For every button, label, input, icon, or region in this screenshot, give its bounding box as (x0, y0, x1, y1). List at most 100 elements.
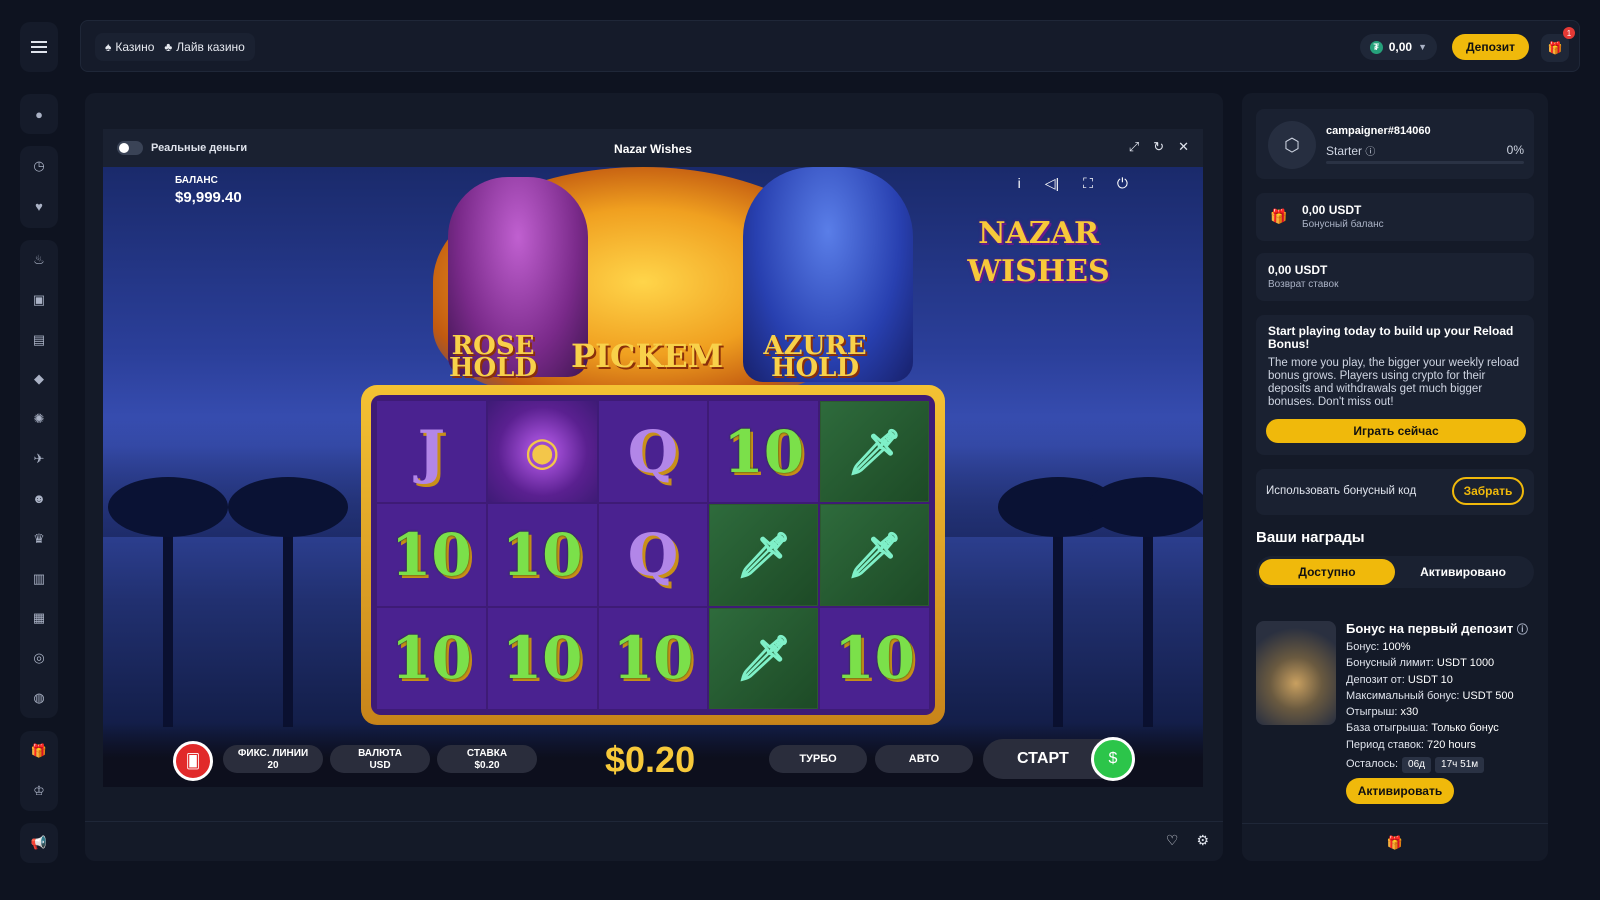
stake-selector[interactable]: СТАВКА $0.20 (437, 745, 537, 773)
activate-bonus-button[interactable]: Активировать (1346, 778, 1454, 804)
reward-line: Депозит от: USDT 10 (1346, 672, 1514, 688)
remaining-days: 06д (1402, 757, 1432, 774)
reward-line: Период ставок: 720 hours (1346, 737, 1514, 753)
heart-icon[interactable]: ♥ (20, 186, 58, 226)
bonus-balance-label: Бонусный баланс (1302, 219, 1384, 230)
profile-card[interactable]: ⬡ campaigner#814060 Starter ⓘ 0% (1256, 109, 1534, 179)
reel-symbol-10: 10 (487, 504, 597, 606)
fire-icon[interactable]: ♨ (20, 240, 58, 280)
tab-live-casino[interactable]: ♣ Лайв казино (164, 40, 244, 54)
reward-line-value: 720 hours (1426, 738, 1476, 751)
tab-available[interactable]: Доступно (1259, 559, 1395, 585)
auto-button[interactable]: АВТО (875, 745, 973, 773)
reward-line: Максимальный бонус: USDT 500 (1346, 688, 1514, 704)
chip-icon[interactable]: ◎ (20, 638, 58, 678)
reload-icon[interactable]: ↻ (1153, 139, 1164, 155)
cards-icon[interactable]: ▥ (20, 559, 58, 599)
lines-label: ФИКС. ЛИНИИ (237, 748, 309, 759)
reward-image (1256, 621, 1336, 725)
game-balance-value: $9,999.40 (175, 189, 242, 206)
right-sidebar: ⬡ campaigner#814060 Starter ⓘ 0% 🎁 0,00 … (1242, 93, 1548, 861)
notification-badge: 1 (1563, 27, 1575, 39)
claim-code-button[interactable]: Забрать (1452, 477, 1524, 505)
promo-code-label: Использовать бонусный код (1266, 485, 1417, 497)
top-bar: ♠ Казино ♣ Лайв казино ₮ 0,00 ▼ Депозит … (80, 20, 1580, 72)
reel-symbol-q: Q (598, 401, 708, 503)
promo-code-card: Использовать бонусный код Забрать (1256, 469, 1534, 515)
settings-gear-icon[interactable]: ⚙ (1196, 832, 1209, 849)
reward-line-value: USDT 1000 (1436, 657, 1495, 670)
clock-icon[interactable]: ◷ (20, 146, 58, 186)
spin-button[interactable]: $ (1091, 737, 1135, 781)
game-header: Реальные деньги Nazar Wishes ⤢ ↻ ✕ (103, 129, 1203, 167)
palm-tree (998, 477, 1118, 727)
game-canvas[interactable]: БАЛАНС $9,999.40 i ◁| ⛶ ⏻ NAZAR WISHES R… (103, 167, 1203, 787)
vip-crown-icon[interactable]: ♔ (20, 771, 58, 811)
deposit-button[interactable]: Депозит (1451, 34, 1529, 60)
lines-selector[interactable]: ФИКС. ЛИНИИ 20 (223, 745, 323, 773)
reward-line-value: x30 (1400, 706, 1419, 719)
favorite-icon[interactable]: ♡ (1166, 832, 1179, 849)
reel-symbol-dagger: 🗡 (709, 504, 819, 606)
tab-activated[interactable]: Активировано (1395, 559, 1531, 585)
dealer-icon[interactable]: ☻ (20, 479, 58, 519)
reward-details: Бонус: 100% Бонусный лимит: USDT 1000 Депо… (1346, 639, 1514, 774)
reel-symbol-j: J (377, 401, 486, 503)
play-now-button[interactable]: Играть сейчас (1266, 419, 1526, 443)
rewards-button[interactable]: 🎁 (1541, 34, 1569, 62)
tab-label: Казино (115, 40, 155, 54)
live-casino-icon: ♣ (164, 40, 173, 54)
rail-group-profile: ● (20, 94, 58, 134)
briefcase-icon[interactable]: ▣ (20, 280, 58, 320)
turbo-button[interactable]: ТУРБО (769, 745, 867, 773)
reel-symbol-10: 10 (709, 401, 819, 503)
reward-remaining: Осталось: 06д 17ч 51м (1346, 756, 1514, 774)
pickem-title: PICKEM (571, 337, 724, 375)
reward-line-label: Бонус: (1346, 641, 1380, 653)
expand-icon[interactable]: ⤢ (1129, 139, 1139, 155)
menu-button[interactable] (20, 22, 58, 72)
gift-icon[interactable]: 🎁 (20, 731, 58, 771)
reward-line-value: Только бонус (1431, 722, 1499, 735)
stake-label: СТАВКА (466, 748, 508, 759)
info-icon[interactable]: i (1018, 175, 1021, 192)
vip-tier: Starter ⓘ (1326, 143, 1375, 158)
diamond-icon[interactable]: ◆ (20, 359, 58, 399)
balance-selector[interactable]: ₮ 0,00 ▼ (1359, 34, 1437, 60)
gamble-cards-button[interactable]: 🂠 (173, 741, 213, 781)
palm-tree (1088, 477, 1203, 727)
balance-amount: 0,00 (1388, 40, 1413, 54)
tab-casino[interactable]: ♠ Казино (105, 40, 154, 54)
palm-tree (108, 477, 228, 727)
currency-selector[interactable]: ВАЛЮТА USD (330, 745, 430, 773)
plane-icon[interactable]: ✈ (20, 439, 58, 479)
gift-icon[interactable]: 🎁 (1387, 835, 1403, 851)
reel-symbol-10: 10 (377, 607, 486, 709)
crown-icon[interactable]: ♛ (20, 519, 58, 559)
cards-alt-icon[interactable]: ▦ (20, 598, 58, 638)
reel-symbol-10: 10 (377, 504, 486, 606)
slots-icon[interactable]: ▤ (20, 320, 58, 360)
user-icon[interactable]: ● (20, 94, 58, 134)
reward-title-text: Бонус на первый депозит (1346, 621, 1514, 636)
power-icon[interactable]: ⏻ (1117, 175, 1128, 192)
close-icon[interactable]: ✕ (1178, 139, 1189, 155)
info-icon[interactable]: ⓘ (1517, 624, 1528, 636)
start-label: СТАРТ (1017, 750, 1069, 767)
reward-line: База отыгрыша: Только бонус (1346, 720, 1514, 736)
roulette-icon[interactable]: ✺ (20, 399, 58, 439)
reward-line: Отыгрыш: x30 (1346, 704, 1514, 720)
auto-label: АВТО (908, 753, 940, 765)
rewards-tabs: Доступно Активировано (1256, 556, 1534, 588)
info-icon[interactable]: ⓘ (1365, 147, 1375, 158)
table-icon[interactable]: ◍ (20, 678, 58, 718)
game-logo: NAZAR WISHES (967, 216, 1110, 289)
azure-hold-title: AZURE HOLD (763, 331, 867, 383)
reward-line-label: Бонусный лимит: (1346, 657, 1434, 670)
reward-line-label: Период ставок: (1346, 738, 1424, 751)
megaphone-icon[interactable]: 📢 (20, 823, 58, 863)
sound-icon[interactable]: ◁| (1045, 175, 1059, 192)
fullscreen-icon[interactable]: ⛶ (1083, 175, 1093, 192)
reward-line-value: USDT 500 (1462, 689, 1514, 702)
reward-line-value: 100% (1382, 641, 1411, 653)
